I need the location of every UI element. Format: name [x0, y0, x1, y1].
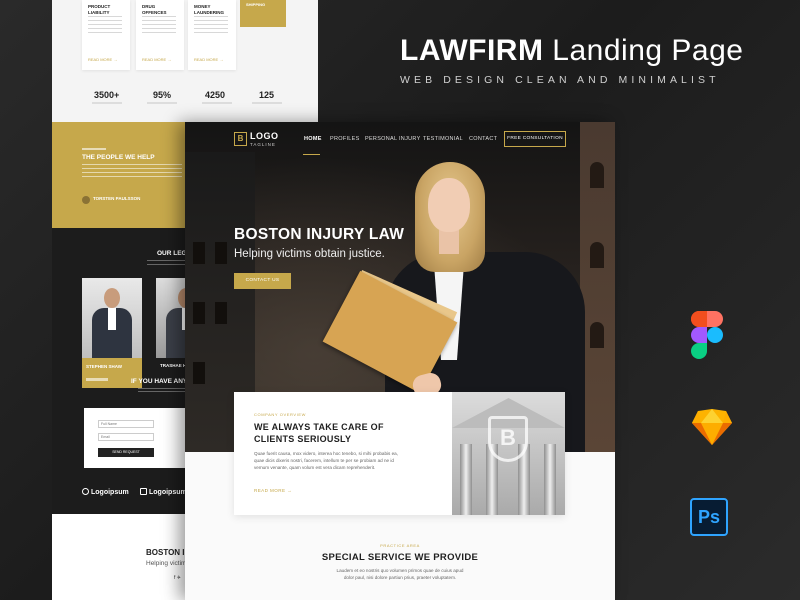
client-logo: Logoipsum	[82, 488, 129, 496]
contact-form: Full Name Email SEND REQUEST	[84, 408, 186, 468]
social-icons[interactable]: f ✈	[174, 575, 181, 581]
lawyer-name: STEPHEN SHAW	[86, 364, 123, 369]
about-label: COMPANY OVERVIEW	[254, 412, 307, 417]
footer-subtitle: Helping victim	[146, 560, 187, 567]
courthouse-image: B	[452, 392, 565, 515]
stat-value: 95%	[153, 90, 172, 100]
service-title: SPECIAL SERVICE WE PROVIDE	[321, 552, 479, 563]
about-title: WE ALWAYS TAKE CARE OF CLIENTS SERIOUSLY	[254, 422, 384, 444]
team-title: OUR LEG	[157, 250, 187, 257]
tower-image	[580, 122, 615, 452]
logo-mark-icon	[82, 488, 89, 495]
stat-caption	[92, 102, 122, 104]
read-more-link[interactable]: READ MORE →	[194, 57, 223, 62]
practice-card[interactable]: MONEY LAUNDERING READ MORE →	[188, 0, 236, 70]
name-field[interactable]: Full Name	[98, 420, 154, 428]
lawyer-name: TRASHAE HI	[160, 363, 188, 368]
nav-contact[interactable]: CONTACT	[469, 136, 497, 142]
practice-card[interactable]: DRUG OFFENCES READ MORE →	[136, 0, 184, 70]
practice-card-title: MONEY LAUNDERING	[194, 4, 224, 15]
service-text: Laudem et eo nostris quo volumen primos …	[336, 568, 464, 580]
stat-value: 4250	[205, 90, 226, 100]
contact-us-button[interactable]: CONTACT US	[234, 273, 291, 289]
card-text-lines	[194, 16, 228, 34]
client-logo: Logoipsum	[140, 488, 187, 496]
card-text-lines	[88, 16, 122, 34]
free-consultation-button[interactable]: FREE CONSULTATION	[504, 131, 566, 147]
logo-text[interactable]: LOGO	[250, 131, 279, 141]
photoshop-icon: Ps	[690, 498, 728, 536]
card-text-lines	[142, 16, 176, 34]
nav-active-indicator	[303, 154, 320, 155]
read-more-link[interactable]: READ MORE →	[254, 488, 292, 493]
contact-heading: IF YOU HAVE ANY	[131, 378, 188, 385]
read-more-link[interactable]: READ MORE →	[88, 57, 117, 62]
avatar	[82, 196, 90, 204]
hero-title: BOSTON INJURY LAW	[234, 226, 405, 243]
footer-title: BOSTON IN	[146, 548, 191, 557]
service-label: PRACTICE AREA	[380, 543, 420, 548]
testimonial-author: TORSTEN PAULSSON	[93, 196, 141, 201]
about-text: Quae fuerit causa, mox videro, interea h…	[254, 451, 399, 470]
promo-title: LAWFIRM Landing Page	[400, 34, 744, 67]
email-field[interactable]: Email	[98, 433, 154, 441]
practice-area-section: PRODUCT LIABILITY READ MORE → DRUG OFFENCE…	[52, 0, 318, 122]
figma-icon	[691, 311, 723, 359]
sketch-icon	[692, 409, 732, 445]
nav-testimonial[interactable]: TESTIMONIAL	[423, 136, 463, 142]
nav-personal-injury[interactable]: PERSONAL INJURY	[365, 136, 421, 142]
front-mockup: B LOGO TAGLINE HOME PROFILES PERSONAL IN…	[185, 122, 615, 600]
testimonial-text	[82, 164, 182, 178]
practice-card-title: DRUG OFFENCES	[142, 4, 167, 15]
nav-profiles[interactable]: PROFILES	[330, 136, 360, 142]
practice-card-title: PRODUCT LIABILITY	[88, 4, 111, 15]
brand-emblem-icon: B	[488, 416, 528, 462]
logo-mark-icon	[140, 488, 147, 495]
practice-card[interactable]: PRODUCT LIABILITY READ MORE →	[82, 0, 130, 70]
send-request-button[interactable]: SEND REQUEST	[98, 448, 154, 457]
logo-tagline: TAGLINE	[250, 142, 276, 147]
about-section: COMPANY OVERVIEW WE ALWAYS TAKE CARE OF …	[234, 392, 565, 515]
hero-subtitle: Helping victims obtain justice.	[234, 248, 385, 260]
stat-caption	[202, 102, 232, 104]
promo-subtitle: WEB DESIGN CLEAN AND MINIMALIST	[400, 74, 720, 86]
logo-icon[interactable]: B	[234, 132, 247, 146]
stat-caption	[252, 102, 282, 104]
section-label	[82, 148, 106, 150]
stat-value: 3500+	[94, 90, 120, 100]
lawyer-photo[interactable]	[82, 278, 142, 358]
testimonial-title: THE PEOPLE WE HELP	[82, 154, 155, 161]
nav-home[interactable]: HOME	[304, 136, 322, 142]
stat-value: 125	[259, 90, 275, 100]
read-more-link[interactable]: READ MORE →	[142, 57, 171, 62]
practice-card-highlight[interactable]: SHIPPING	[240, 0, 286, 27]
stat-caption	[147, 102, 177, 104]
